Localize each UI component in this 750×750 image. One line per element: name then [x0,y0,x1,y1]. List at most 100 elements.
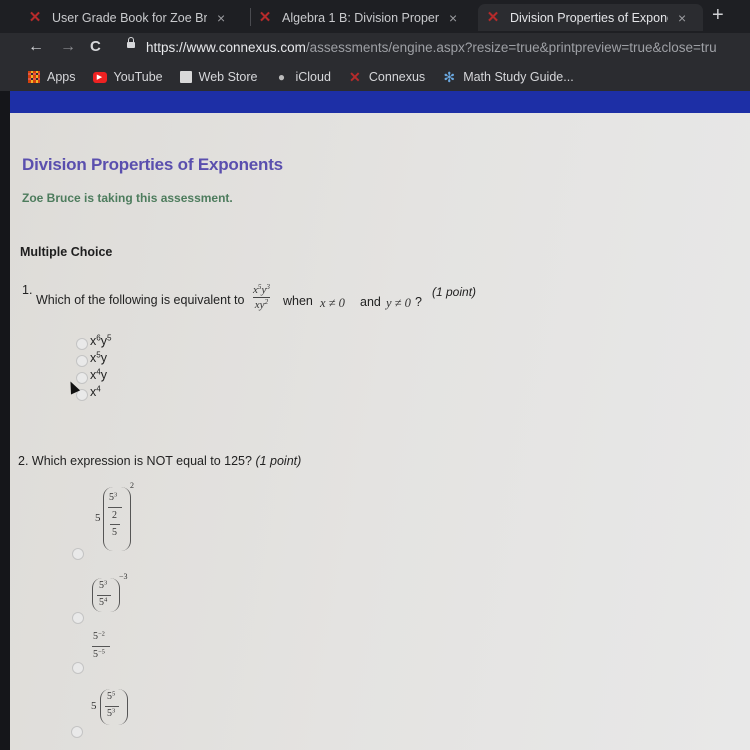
question-2-header: 2. Which expression is NOT equal to 125?… [18,454,301,468]
bookmarks-bar: Apps ▶ YouTube Web Store ● iCloud ✕ Conn… [0,63,750,91]
outer-exponent: 2 [130,481,134,490]
apps-grid-icon [28,71,40,83]
tab-title: Algebra 1 B: Division Propertie [282,10,439,25]
bookmark-web-store[interactable]: Web Store [179,70,258,84]
tab-title: User Grade Book for Zoe Bruc [52,10,207,25]
q2-option-1-radio[interactable] [72,548,84,560]
denominator: 54 [99,597,107,608]
inner-den-numerator: 2 [112,510,117,521]
bookmark-label: Connexus [368,70,426,84]
question-1-when: when [283,294,313,308]
q1-option-2-label[interactable]: x5y [90,351,107,365]
inner-numerator: 53 [109,492,117,503]
tab-algebra[interactable]: ✕ Algebra 1 B: Division Propertie × [258,4,473,31]
assessment-page [10,113,750,750]
youtube-icon: ▶ [92,71,107,83]
question-1-qmark: ? [415,295,422,309]
math-exponent: 3 [266,283,270,292]
q1-option-2-radio[interactable] [76,355,88,367]
fraction-bar [108,507,122,508]
coefficient: 5 [91,700,97,712]
question-1-expression: x5y3 xy2 [253,284,270,311]
math-exponent: −2 [98,630,105,638]
q1-option-3-label[interactable]: x4y [90,368,107,382]
question-1-number: 1. [22,283,33,297]
numerator: 5−2 [93,631,105,642]
math-exponent: 4 [96,384,101,394]
screen-bezel [0,91,10,750]
tab-grade-book[interactable]: ✕ User Grade Book for Zoe Bruc × [28,4,248,31]
bookmark-label: Web Store [198,70,258,84]
bookmark-label: iCloud [295,70,331,84]
q1-option-1-radio[interactable] [76,338,88,350]
math-exponent: −5 [98,648,105,656]
q1-option-3-radio[interactable] [76,372,88,384]
forward-button[interactable]: → [60,38,76,56]
question-2-points: (1 point) [255,454,302,468]
question-1-and: and [360,295,381,309]
numerator: 55 [107,691,115,702]
math-exponent: 3 [114,491,118,499]
question-2-number: 2. [18,454,29,468]
bookmark-math-study-guide[interactable]: ✻ Math Study Guide... [442,69,574,85]
connexus-x-icon: ✕ [486,8,500,26]
denominator: 5−5 [93,649,105,660]
tab-separator [250,8,251,26]
q2-option-3-radio[interactable] [72,662,84,674]
question-2-text: Which expression is NOT equal to 125? [31,454,252,468]
math-exponent: 4 [104,596,108,604]
question-1-text: Which of the following is equivalent to [36,293,245,307]
back-button[interactable]: ← [28,38,44,56]
q1-option-4-label[interactable]: x4 [90,385,101,399]
web-store-icon [179,71,192,83]
question-1-points: (1 point) [432,285,477,299]
connexus-x-icon: ✕ [28,8,42,26]
bookmark-apps[interactable]: Apps [28,70,76,84]
site-header-banner [10,91,750,113]
assessment-status: Zoe Bruce is taking this assessment. [22,191,233,205]
fraction-bar [92,646,110,647]
new-tab-button[interactable]: + [712,4,724,27]
math-exponent: 3 [104,579,108,587]
reload-button[interactable]: C [90,38,101,55]
close-tab-icon[interactable]: × [678,10,686,26]
section-heading: Multiple Choice [20,245,113,259]
math-term: y [100,351,108,365]
connexus-x-icon: ✕ [349,68,361,85]
close-tab-icon[interactable]: × [217,10,225,26]
bookmark-icloud[interactable]: ● iCloud [274,70,331,84]
page-title: Division Properties of Exponents [22,155,283,174]
math-exponent: 2 [264,298,269,307]
question-1-condition-x: x ≠ 0 [320,296,345,310]
bookmark-label: Math Study Guide... [463,70,574,84]
connexus-x-icon: ✕ [258,8,272,26]
numerator: 53 [99,580,107,591]
url-path: /assessments/engine.aspx?resize=true&pri… [305,40,717,55]
bookmark-youtube[interactable]: ▶ YouTube [92,70,163,84]
url-input[interactable]: https://www.connexus.com/assessments/eng… [146,40,717,55]
math-exponent: 5 [107,333,112,343]
outer-exponent: −3 [119,572,128,581]
close-tab-icon[interactable]: × [449,10,457,26]
tab-bar: ✕ User Grade Book for Zoe Bruc × ✕ Algeb… [0,0,750,33]
bookmark-connexus[interactable]: ✕ Connexus [348,68,426,85]
tab-division-properties[interactable]: ✕ Division Properties of Exponen × [478,4,703,31]
q2-option-4-radio[interactable] [71,726,83,738]
q1-option-1-label[interactable]: x6y5 [90,334,112,348]
apple-icon: ● [277,70,286,84]
inner-den-denominator: 5 [112,527,117,538]
bookmark-label: Apps [47,70,76,84]
fraction-bar [110,524,120,525]
bookmark-label: YouTube [113,70,163,84]
url-host: https://www.connexus.com [146,40,306,55]
math-exponent: 3 [112,707,116,715]
address-bar: ← → C https://www.connexus.com/assessmen… [0,33,750,63]
question-1-condition-y: y ≠ 0 [386,296,411,310]
math-exponent: 5 [112,690,116,698]
math-term: y [100,368,108,382]
lock-icon [127,37,135,48]
coefficient: 5 [95,512,101,524]
q2-option-2-radio[interactable] [72,612,84,624]
tab-title: Division Properties of Exponen [510,10,668,25]
denominator: 53 [107,708,115,719]
